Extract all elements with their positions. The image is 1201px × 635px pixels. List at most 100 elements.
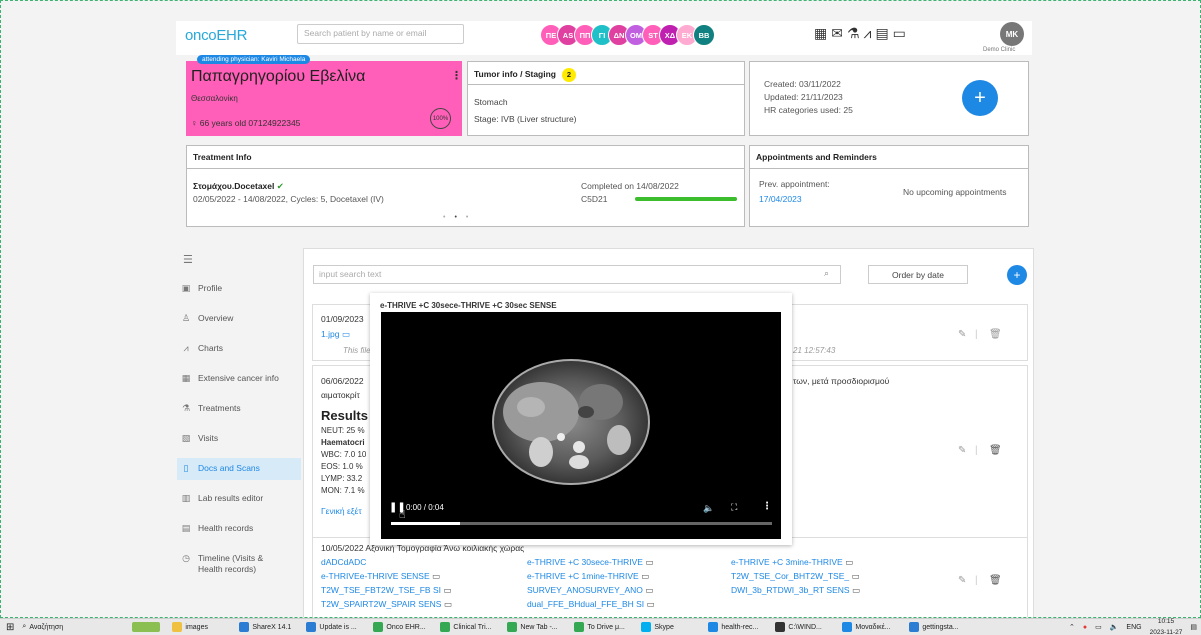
app-icon — [172, 622, 183, 632]
order-by-select[interactable]: Order by date — [868, 265, 968, 284]
sidebar-item-timeline-visits-health-records[interactable]: ◷ Timeline (Visits & Health records) — [177, 548, 301, 578]
video-seek-bar[interactable] — [391, 522, 772, 525]
sidebar-item-lab-results-editor[interactable]: ▥ Lab results editor — [177, 488, 301, 510]
taskbar-app[interactable]: Μοναδικέ... — [838, 622, 905, 632]
sidebar-item-label: Extensive cancer info — [198, 373, 279, 383]
scan-file-name: e-THRIVE +C 30sece-THRIVE — [527, 557, 643, 567]
calculator-icon[interactable]: ▤ — [875, 25, 888, 42]
delete-icon[interactable]: 🗑 — [989, 575, 1002, 586]
taskbar-app[interactable]: Clinical Tri... — [436, 622, 503, 632]
sidebar-item-profile[interactable]: ▣ Profile — [177, 278, 301, 300]
app-logo[interactable]: oncoEHR — [185, 27, 247, 44]
sidebar-item-label: Charts — [198, 343, 224, 353]
language-indicator[interactable]: ENG — [1122, 624, 1145, 631]
treatment-regimen[interactable]: Στομάχου.Docetaxel ✔ — [193, 181, 284, 192]
edit-icon[interactable]: ✎ — [958, 445, 966, 456]
treatment-info-card: Treatment Info Στομάχου.Docetaxel ✔ 02/0… — [186, 145, 745, 227]
sidebar-item-label: Overview — [198, 313, 234, 323]
monitor-icon: ▭ — [849, 585, 860, 595]
prev-appointment-date[interactable]: 17/04/2023 — [759, 194, 802, 204]
fullscreen-icon[interactable]: ⛶ — [731, 502, 737, 513]
doc3-files-col2: e-THRIVE +C 30sece-THRIVE ▭ e-THRIVE +C 1… — [527, 557, 717, 613]
sidebar-item-charts[interactable]: ⩘ Charts — [177, 338, 301, 360]
scan-file-link[interactable]: dual_FFE_BHdual_FFE_BH SI ▭ — [527, 599, 717, 613]
more-options-icon[interactable]: ⋮ — [451, 69, 462, 82]
patient-chip[interactable]: BB — [693, 24, 715, 46]
doc2-link[interactable]: Γενική εξέτ — [321, 506, 362, 516]
volume-icon[interactable]: 🔈 — [703, 503, 714, 514]
edit-icon[interactable]: ✎ — [958, 575, 966, 586]
start-icon[interactable]: ⊞ — [0, 622, 18, 633]
app-window: oncoEHR Search patient by name or email … — [0, 0, 1201, 618]
user-avatar[interactable]: MK — [1000, 22, 1024, 46]
doc1-file-link[interactable]: 1.jpg ▭ — [321, 329, 350, 340]
patient-card: Παπαγρηγορίου Εβελίνα ⋮ Θεσσαλονίκη ♀ 66… — [186, 61, 462, 136]
collapse-menu-icon[interactable]: ☰ — [183, 253, 193, 266]
scan-file-link[interactable]: T2W_TSE_FBT2W_TSE_FB SI ▭ — [321, 585, 511, 599]
edit-icon[interactable]: ✎ — [958, 329, 966, 340]
delete-icon[interactable]: 🗑 — [989, 445, 1002, 456]
taskbar-app[interactable]: health-rec... — [704, 622, 771, 632]
scan-file-link[interactable]: dADCdADC — [321, 557, 511, 571]
weather-icon[interactable] — [128, 622, 168, 632]
sidebar-item-docs-and-scans[interactable]: ▯ Docs and Scans — [177, 458, 301, 480]
chart-line-icon[interactable]: ⩘ — [864, 25, 872, 42]
sidebar-item-visits[interactable]: ▧ Visits — [177, 428, 301, 450]
taskbar-app-label: Onco EHR... — [386, 623, 426, 631]
scan-file-name: T2W_TSE_FBT2W_TSE_FB SI — [321, 585, 441, 595]
taskbar-search[interactable]: ⌕ Αναζήτηση — [18, 623, 128, 631]
taskbar-app-label: C:\WIND... — [788, 623, 822, 631]
tray-up-icon[interactable]: ⌃ — [1065, 623, 1079, 631]
sidebar-item-label: Docs and Scans — [198, 463, 260, 473]
scan-file-link[interactable]: SURVEY_ANOSURVEY_ANO ▭ — [527, 585, 717, 599]
taskbar-app[interactable]: Onco EHR... — [369, 622, 436, 632]
treatment-details: 02/05/2022 - 14/08/2022, Cycles: 5, Doce… — [193, 194, 384, 204]
taskbar-app[interactable]: C:\WIND... — [771, 622, 838, 632]
record-icon[interactable]: ● — [1079, 624, 1091, 631]
scan-file-link[interactable]: e-THRIVE +C 30sece-THRIVE ▭ — [527, 557, 717, 571]
taskbar-app[interactable]: ShareX 14.1 — [235, 622, 302, 632]
scan-file-link[interactable]: e-THRIVE +C 1mine-THRIVE ▭ — [527, 571, 717, 585]
carousel-dots[interactable]: ••• — [443, 214, 477, 221]
app-icon — [641, 622, 652, 632]
taskbar-app[interactable]: Update is ... — [302, 622, 369, 632]
taskbar-app[interactable]: New Tab -... — [503, 622, 570, 632]
video-options-icon[interactable]: ⋮ — [762, 501, 772, 512]
scan-video-popup: e-THRIVE +C 30sece-THRIVE +C 30sec SENSE — [370, 293, 792, 545]
clock[interactable]: 10:15 2023-11-27 — [1146, 618, 1187, 635]
add-record-button[interactable]: + — [962, 80, 998, 116]
sidebar-item-treatments[interactable]: ⚗ Treatments — [177, 398, 301, 420]
hr-categories: HR categories used: 25 — [764, 105, 853, 115]
app-icon — [507, 622, 518, 632]
scan-file-link[interactable]: DWI_3b_RTDWI_3b_RT SENS ▭ — [731, 585, 921, 599]
sidebar-item-health-records[interactable]: ▤ Health records — [177, 518, 301, 540]
completion-ring: 100% — [430, 108, 451, 129]
scan-video-player[interactable]: ❚❚ 0:00 / 0:04 🔈 ⛶ ⋮ ☝ — [381, 312, 781, 539]
add-document-button[interactable]: + — [1007, 265, 1027, 285]
taskbar-app[interactable]: gettingsta... — [905, 622, 972, 632]
sidebar-item-extensive-cancer-info[interactable]: ▦ Extensive cancer info — [177, 368, 301, 390]
notifications-icon[interactable]: ▤ — [1186, 623, 1201, 631]
taskbar-app[interactable]: Skype — [637, 622, 704, 632]
treatment-card-title: Treatment Info — [187, 146, 744, 169]
lab-flask-icon[interactable]: ⚗ — [847, 25, 860, 42]
taskbar-app[interactable]: images — [168, 622, 235, 632]
docs-search-input[interactable]: input search text — [313, 265, 841, 284]
scan-file-link[interactable]: T2W_SPAIRT2W_SPAIR SENS ▭ — [321, 599, 511, 613]
monitor-icon[interactable]: ▭ — [893, 25, 906, 42]
delete-icon[interactable]: 🗑 — [989, 329, 1002, 340]
recent-patients-chips: ΠΕ AS ΠΠ ΓΙ ΔΝ ΟΜ ST ΧΔ ΕΚ BB — [540, 24, 715, 46]
speaker-icon[interactable]: 🔈 — [1106, 623, 1123, 631]
patient-search-input[interactable]: Search patient by name or email — [297, 24, 464, 44]
search-icon[interactable]: ⌕ — [824, 268, 829, 279]
sidebar-item-overview[interactable]: ♙ Overview — [177, 308, 301, 330]
scan-file-link[interactable]: e-THRIVE +C 3mine-THRIVE ▭ — [731, 557, 921, 571]
attending-physician-badge: attending physician: Kaviri Michaela — [197, 55, 311, 64]
taskbar-app[interactable]: To Drive μ... — [570, 622, 637, 632]
mail-icon[interactable]: ✉ — [831, 25, 843, 42]
scan-file-link[interactable]: T2W_TSE_Cor_BHT2W_TSE_ ▭ — [731, 571, 921, 585]
network-icon[interactable]: ▭ — [1091, 623, 1106, 631]
tumor-info-card[interactable]: Tumor info / Staging 2 Stomach Stage: IVB… — [467, 61, 745, 136]
scan-file-link[interactable]: e-THRIVEe-THRIVE SENSE ▭ — [321, 571, 511, 585]
calendar-icon[interactable]: ▦ — [814, 25, 827, 42]
